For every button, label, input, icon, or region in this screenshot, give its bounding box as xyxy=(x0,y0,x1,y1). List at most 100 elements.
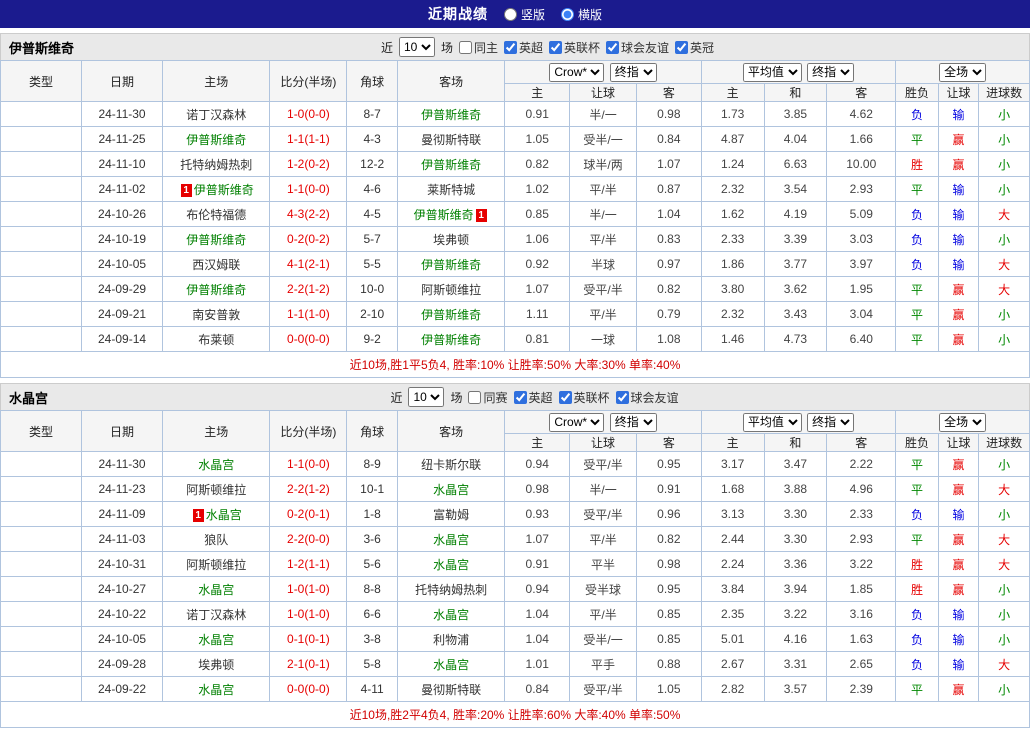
goals-cell: 大 xyxy=(978,201,1030,227)
score-cell[interactable]: 0-1(0-1) xyxy=(269,626,348,652)
score-cell[interactable]: 1-0(0-0) xyxy=(269,101,348,127)
team-link[interactable]: 伊普斯维奇 xyxy=(421,158,481,172)
filter-option[interactable]: 球会友谊 xyxy=(615,389,679,406)
score-cell[interactable]: 1-0(1-0) xyxy=(269,601,348,627)
score-cell[interactable]: 0-0(0-0) xyxy=(269,326,348,352)
team-link[interactable]: 阿斯顿维拉 xyxy=(421,283,481,297)
filter-checkbox[interactable] xyxy=(615,390,629,404)
home-team-cell: 水晶宫 xyxy=(162,626,271,652)
filter-option[interactable]: 英冠 xyxy=(675,39,714,56)
team-link[interactable]: 伊普斯维奇 xyxy=(414,208,474,222)
team-link[interactable]: 富勒姆 xyxy=(433,508,469,522)
score-cell[interactable]: 4-1(2-1) xyxy=(269,251,348,277)
filter-option[interactable]: 英超 xyxy=(504,39,543,56)
team-link[interactable]: 水晶宫 xyxy=(433,533,469,547)
team-link[interactable]: 南安普敦 xyxy=(192,308,240,322)
filter-option[interactable]: 同主 xyxy=(458,39,498,56)
layout-option-horizontal[interactable]: 横版 xyxy=(561,6,602,23)
team-link[interactable]: 莱斯特城 xyxy=(427,183,475,197)
score-cell[interactable]: 1-0(1-0) xyxy=(269,576,348,602)
team-link[interactable]: 伊普斯维奇 xyxy=(186,133,246,147)
score-cell[interactable]: 1-1(0-0) xyxy=(269,451,348,477)
team-link[interactable]: 伊普斯维奇 xyxy=(194,183,254,197)
score-cell[interactable]: 1-2(1-1) xyxy=(269,551,348,577)
score-cell[interactable]: 1-2(0-2) xyxy=(269,151,348,177)
odds-stage-select[interactable]: 终指 xyxy=(609,62,657,82)
score-cell[interactable]: 4-3(2-2) xyxy=(269,201,348,227)
team-link[interactable]: 水晶宫 xyxy=(433,483,469,497)
odds-stage-select[interactable]: 终指 xyxy=(609,412,657,432)
team-link[interactable]: 纽卡斯尔联 xyxy=(421,458,481,472)
team-link[interactable]: 水晶宫 xyxy=(433,658,469,672)
team-link[interactable]: 埃弗顿 xyxy=(198,658,234,672)
team-link[interactable]: 伊普斯维奇 xyxy=(421,258,481,272)
score-cell[interactable]: 0-2(0-1) xyxy=(269,501,348,527)
layout-radio-1[interactable] xyxy=(561,7,574,21)
score-cell[interactable]: 2-2(1-2) xyxy=(269,276,348,302)
team-link[interactable]: 水晶宫 xyxy=(198,683,234,697)
scope-select[interactable]: 全场 xyxy=(939,62,987,82)
score-cell[interactable]: 0-0(0-0) xyxy=(269,676,348,702)
filter-checkbox[interactable] xyxy=(458,40,472,54)
team-link[interactable]: 伊普斯维奇 xyxy=(421,108,481,122)
score-cell[interactable]: 0-2(0-2) xyxy=(269,226,348,252)
team-link[interactable]: 水晶宫 xyxy=(206,508,242,522)
filter-checkbox[interactable] xyxy=(513,390,527,404)
home-team-cell: 1 伊普斯维奇 xyxy=(162,176,271,202)
team-link[interactable]: 伊普斯维奇 xyxy=(421,308,481,322)
match-row: 英超 24-11-02 1 伊普斯维奇 1-1(0-0) 4-6 莱斯特城 1.02 平/半 0.… xyxy=(0,176,1030,202)
filter-checkbox[interactable] xyxy=(558,390,572,404)
team-link[interactable]: 狼队 xyxy=(204,533,228,547)
score-cell[interactable]: 1-1(1-1) xyxy=(269,126,348,152)
team-link[interactable]: 水晶宫 xyxy=(433,558,469,572)
score-cell[interactable]: 1-1(1-0) xyxy=(269,301,348,327)
filter-checkbox[interactable] xyxy=(606,40,620,54)
filter-option[interactable]: 同赛 xyxy=(468,389,508,406)
average-stage-select[interactable]: 终指 xyxy=(807,62,855,82)
layout-option-vertical[interactable]: 竖版 xyxy=(503,6,545,23)
team-link[interactable]: 水晶宫 xyxy=(198,458,234,472)
team-link[interactable]: 阿斯顿维拉 xyxy=(186,558,246,572)
team-link[interactable]: 水晶宫 xyxy=(198,633,234,647)
team-link[interactable]: 布莱顿 xyxy=(198,333,234,347)
average-select[interactable]: 平均值 xyxy=(742,62,802,82)
scope-select[interactable]: 全场 xyxy=(939,412,987,432)
filter-option[interactable]: 英超 xyxy=(513,389,553,406)
filter-checkbox[interactable] xyxy=(675,40,689,54)
bookmaker-select[interactable]: Crow* xyxy=(549,412,605,432)
goals-cell: 小 xyxy=(978,501,1030,527)
team-link[interactable]: 阿斯顿维拉 xyxy=(186,483,246,497)
team-link[interactable]: 埃弗顿 xyxy=(433,233,469,247)
team-link[interactable]: 水晶宫 xyxy=(198,583,234,597)
filter-checkbox[interactable] xyxy=(468,390,482,404)
team-link[interactable]: 曼彻斯特联 xyxy=(421,133,481,147)
score-cell[interactable]: 2-2(1-2) xyxy=(269,476,348,502)
team-link[interactable]: 托特纳姆热刺 xyxy=(415,583,487,597)
score-cell[interactable]: 2-2(0-0) xyxy=(269,526,348,552)
filter-checkbox[interactable] xyxy=(504,40,517,54)
filter-option[interactable]: 英联杯 xyxy=(549,39,600,56)
filter-option[interactable]: 球会友谊 xyxy=(606,39,669,56)
score-cell[interactable]: 1-1(0-0) xyxy=(269,176,348,202)
team-link[interactable]: 伊普斯维奇 xyxy=(186,283,246,297)
team-link[interactable]: 诺丁汉森林 xyxy=(186,108,246,122)
recent-count-select[interactable]: 10 xyxy=(398,37,435,57)
score-cell[interactable]: 2-1(0-1) xyxy=(269,651,348,677)
average-select[interactable]: 平均值 xyxy=(742,412,802,432)
team-link[interactable]: 西汉姆联 xyxy=(192,258,240,272)
team-link[interactable]: 曼彻斯特联 xyxy=(421,683,481,697)
team-link[interactable]: 伊普斯维奇 xyxy=(421,333,481,347)
bookmaker-select[interactable]: Crow* xyxy=(549,62,605,82)
team-link[interactable]: 布伦特福德 xyxy=(186,208,246,222)
team-link[interactable]: 利物浦 xyxy=(433,633,469,647)
filter-checkbox[interactable] xyxy=(549,40,563,54)
average-stage-select[interactable]: 终指 xyxy=(807,412,855,432)
filter-option[interactable]: 英联杯 xyxy=(558,389,610,406)
team-link[interactable]: 诺丁汉森林 xyxy=(186,608,246,622)
red-card-badge: 1 xyxy=(192,508,204,522)
layout-radio-0[interactable] xyxy=(503,7,517,21)
team-link[interactable]: 托特纳姆热刺 xyxy=(180,158,252,172)
team-link[interactable]: 水晶宫 xyxy=(433,608,469,622)
recent-count-select[interactable]: 10 xyxy=(408,387,445,407)
team-link[interactable]: 伊普斯维奇 xyxy=(186,233,246,247)
